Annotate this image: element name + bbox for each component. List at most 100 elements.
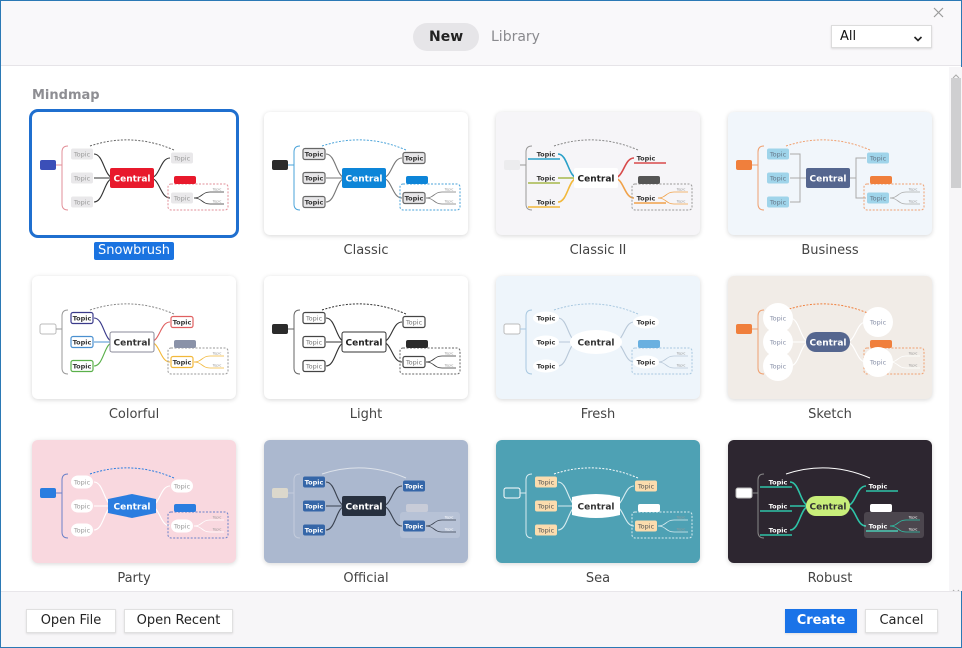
central-topic-label: Central [577, 503, 614, 513]
template-name[interactable]: Official [264, 570, 468, 588]
tab-new[interactable]: New [413, 23, 480, 51]
topic-node: Topic [170, 315, 194, 329]
central-topic-label: Central [345, 339, 382, 349]
template-name[interactable]: Party [32, 570, 236, 588]
template-card[interactable]: Topic Topic Topic Topic Topic Topic Topic Centr… [728, 112, 932, 235]
dialog-header: New Library All [1, 1, 961, 66]
scroll-up-arrow-icon[interactable] [951, 67, 961, 79]
open-file-button[interactable]: Open File [26, 609, 116, 633]
topic-label: Topic [73, 527, 91, 535]
tab-library[interactable]: Library [475, 23, 556, 51]
topic-label: Topic [537, 199, 556, 207]
relationship-line [553, 303, 639, 315]
subtopic-label: Topic [676, 188, 686, 192]
template-name[interactable]: Fresh [496, 406, 700, 424]
summary-tag [174, 176, 196, 184]
vertical-scrollbar[interactable] [949, 67, 962, 594]
template-filter-select[interactable]: All [831, 25, 932, 48]
topic-label: Topic [73, 339, 92, 347]
subtopic-label: Topic [676, 528, 686, 532]
floating-topic [272, 488, 288, 498]
template-card[interactable]: Topic Topic Topic Topic Topic Topic Topic Centr… [264, 440, 468, 563]
summary-bracket [525, 145, 533, 211]
topic-label: Topic [305, 503, 324, 511]
central-topic-label: Central [809, 339, 846, 349]
subtopic-line [425, 355, 456, 363]
subtopic-label: Topic [212, 528, 222, 532]
central-topic-label: Central [345, 503, 382, 513]
topic-node: Topic [763, 351, 793, 381]
topic-label: Topic [305, 175, 324, 183]
relationship-line [785, 139, 871, 151]
central-topic-label: Central [577, 175, 614, 185]
template-preview: Topic Topic Topic Topic Topic Topic Topic Centr… [40, 139, 229, 211]
subtopic-line [657, 191, 688, 199]
summary-tag [406, 176, 428, 184]
template-name[interactable]: Sketch [728, 406, 932, 424]
topic-node: Topic [537, 151, 556, 159]
subtopic-label: Topic [444, 528, 454, 532]
template-preview: Topic Topic Topic Topic Topic Topic Topic Centr… [503, 303, 693, 375]
topic-label: Topic [537, 503, 555, 511]
scrollbar-thumb[interactable] [951, 78, 961, 188]
topic-node: Topic [767, 148, 789, 160]
template-name-text: Robust [807, 571, 853, 586]
topic-node: Topic [637, 195, 656, 203]
open-recent-button[interactable]: Open Recent [124, 609, 233, 633]
subtopic-label: Topic [444, 352, 454, 356]
template-card[interactable]: Topic Topic Topic Topic Topic Topic Topic Centr… [32, 112, 236, 235]
template-card[interactable]: Topic Topic Topic Topic Topic Topic Topic Centr… [496, 440, 700, 563]
topic-node: Topic [769, 527, 788, 535]
template-card[interactable]: Topic Topic Topic Topic Topic Topic Topic Centr… [264, 276, 468, 399]
template-card[interactable]: Topic Topic Topic Topic Topic Topic Topic Centr… [32, 440, 236, 563]
template-name[interactable]: Classic II [496, 242, 700, 260]
topic-label: Topic [537, 175, 556, 183]
template-card[interactable]: Topic Topic Topic Topic Topic Topic Topic Centr… [496, 276, 700, 399]
floating-topic [40, 160, 56, 170]
template-name[interactable]: Colorful [32, 406, 236, 424]
topic-node: Topic [303, 500, 325, 512]
template-card[interactable]: Topic Topic Topic Topic Topic Topic Topic Centr… [496, 112, 700, 235]
topic-label: Topic [869, 195, 887, 203]
topic-node: Topic [171, 479, 193, 493]
close-icon[interactable] [930, 4, 948, 22]
topic-label: Topic [73, 199, 91, 207]
floating-topic [503, 323, 521, 335]
template-name[interactable]: Sea [496, 570, 700, 588]
template-card[interactable]: Topic Topic Topic Topic Topic Topic Topic Centr… [264, 112, 468, 235]
topic-label: Topic [405, 155, 424, 163]
template-name[interactable]: Snowbrush [32, 242, 236, 260]
scroll-down-arrow-icon[interactable] [951, 581, 961, 594]
cancel-button[interactable]: Cancel [865, 609, 938, 633]
topic-label: Topic [173, 483, 191, 491]
template-preview: Topic Topic Topic Topic Topic Topic Topic Centr… [272, 467, 460, 539]
central-topic-label: Central [345, 175, 382, 185]
template-name[interactable]: Classic [264, 242, 468, 260]
template-card[interactable]: Topic Topic Topic Topic Topic Topic Topic Centr… [728, 276, 932, 399]
dialog-footer: Open File Open Recent Create Cancel [1, 591, 961, 647]
topic-label: Topic [869, 155, 887, 163]
template-card[interactable]: Topic Topic Topic Topic Topic Topic Topic Centr… [32, 276, 236, 399]
topic-label: Topic [869, 523, 888, 531]
topic-label: Topic [869, 359, 887, 367]
summary-bracket [293, 309, 301, 375]
subtopic-label: Topic [908, 364, 918, 368]
relationship-line [89, 139, 175, 151]
topic-node: Topic [635, 480, 657, 492]
topic-node: Topic [71, 172, 93, 184]
template-name[interactable]: Business [728, 242, 932, 260]
template-name[interactable]: Light [264, 406, 468, 424]
create-button[interactable]: Create [785, 609, 857, 633]
template-name[interactable]: Robust [728, 570, 932, 588]
template-preview: Topic Topic Topic Topic Topic Topic Topic Centr… [736, 139, 925, 211]
floating-topic [503, 487, 521, 499]
template-card[interactable]: Topic Topic Topic Topic Topic Topic Topic Centr… [728, 440, 932, 563]
topic-label: Topic [637, 483, 655, 491]
topic-label: Topic [305, 527, 324, 535]
subtopic-line [657, 355, 688, 363]
topic-node: Topic [302, 359, 326, 373]
summary-bracket [61, 145, 69, 211]
summary-tag [870, 176, 892, 184]
topic-label: Topic [73, 363, 92, 371]
subtopic-line [889, 355, 920, 363]
